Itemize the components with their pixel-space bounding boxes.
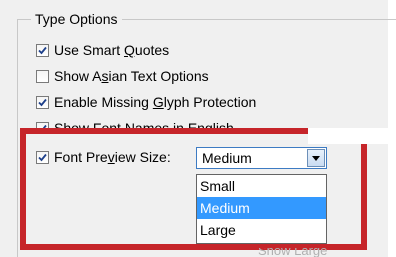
dropdown-option-small[interactable]: Small [197, 175, 326, 197]
chevron-down-icon [312, 155, 320, 161]
dropdown-option-large[interactable]: Large [197, 219, 326, 241]
panel-edge-fragment [308, 128, 388, 144]
checkmark-icon [38, 46, 47, 54]
select-value: Medium [202, 150, 252, 166]
checkbox-box[interactable] [36, 43, 49, 57]
dropdown-option-medium[interactable]: Medium [197, 197, 326, 219]
option-label: Enable Missing Glyph Protection [54, 94, 257, 110]
font-preview-size-label: Font Preview Size: [54, 149, 171, 165]
checkmark-icon [38, 98, 47, 106]
checkmark-icon [38, 153, 47, 161]
use-smart-quotes-checkbox[interactable]: Use Smart Quotes [36, 40, 169, 60]
group-title: Type Options [31, 10, 122, 28]
enable-missing-glyph-protection-checkbox[interactable]: Enable Missing Glyph Protection [36, 92, 256, 112]
checkbox-box[interactable] [36, 95, 49, 109]
partial-option-label: Show Large [258, 248, 328, 257]
dropdown-arrow-button[interactable] [307, 149, 325, 167]
partially-visible-option: Show Large [258, 248, 327, 257]
font-preview-size-select[interactable]: Medium [196, 147, 327, 169]
font-preview-size-dropdown: Small Medium Large [196, 174, 327, 244]
show-asian-text-options-checkbox[interactable]: Show Asian Text Options [36, 66, 209, 86]
option-label: Show Asian Text Options [54, 68, 209, 84]
checkbox-box[interactable] [36, 69, 49, 83]
font-preview-size-row[interactable]: Font Preview Size: [36, 147, 171, 167]
option-label: Use Smart Quotes [54, 42, 170, 58]
font-preview-checkbox[interactable] [36, 150, 49, 164]
